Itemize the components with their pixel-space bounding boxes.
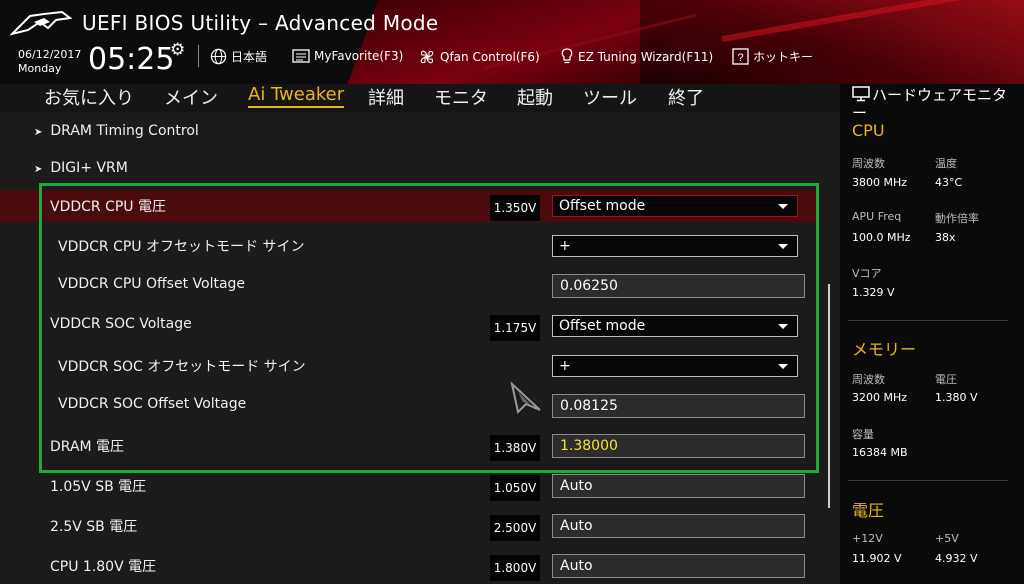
ez-tuning-wizard-button[interactable]: EZ Tuning Wizard(F11)	[560, 48, 713, 66]
tab-exit[interactable]: 終了	[668, 84, 704, 110]
tab-advanced[interactable]: 詳細	[368, 84, 404, 110]
cpu-1-80v-input[interactable]: Auto	[552, 554, 805, 578]
panel-divider	[848, 320, 1008, 321]
v12-label: +12V	[852, 532, 883, 545]
voltage-section-title: 電圧	[852, 501, 885, 520]
hotkey-button[interactable]: ? ホットキー	[732, 48, 813, 65]
clock-time[interactable]: 05:25	[88, 42, 174, 77]
globe-icon	[210, 48, 227, 65]
cpu-temp-value: 43°C	[935, 176, 963, 189]
memory-freq-label: 周波数	[852, 373, 885, 386]
favorite-icon	[292, 49, 310, 63]
scrollbar[interactable]	[828, 284, 830, 508]
qfan-control-button-label: Qfan Control(F6)	[440, 50, 540, 64]
current-voltage-value: 1.050V	[490, 475, 540, 501]
panel-divider	[848, 480, 1008, 481]
app-title: UEFI BIOS Utility – Advanced Mode	[82, 11, 439, 35]
cpu-freq-label: 周波数	[852, 157, 885, 170]
current-voltage-value: 1.800V	[490, 555, 540, 581]
hardware-monitor-title: ハードウェアモニター	[852, 86, 1012, 122]
myfavorite-button[interactable]: MyFavorite(F3)	[292, 48, 403, 64]
lightbulb-icon	[561, 48, 573, 64]
memory-section-title: メモリー	[852, 340, 917, 359]
chevron-right-icon: ➤	[34, 164, 43, 175]
tab-main[interactable]: メイン	[164, 84, 218, 110]
tab-favorites[interactable]: お気に入り	[44, 84, 134, 110]
tab-boot[interactable]: 起動	[517, 84, 553, 110]
setting-label: CPU 1.80V 電圧	[50, 559, 157, 575]
memory-volt-value: 1.380 V	[935, 391, 978, 404]
date-text: 06/12/2017	[18, 48, 82, 61]
hardware-monitor-title-text: ハードウェアモニター	[852, 86, 1008, 122]
rog-logo-icon	[8, 8, 73, 42]
svg-text:?: ?	[737, 52, 743, 64]
gear-icon[interactable]: ⚙	[170, 40, 185, 60]
memory-volt-label: 電圧	[935, 373, 957, 386]
cpu-ratio-value: 38x	[935, 231, 956, 244]
myfavorite-button-label: MyFavorite(F3)	[314, 49, 404, 63]
apu-freq-value: 100.0 MHz	[852, 231, 911, 244]
apu-freq-label: APU Freq	[852, 210, 902, 223]
cpu-ratio-label: 動作倍率	[935, 212, 979, 225]
cpu-freq-value: 3800 MHz	[852, 176, 908, 189]
chevron-right-icon: ➤	[34, 127, 43, 138]
tab-tool[interactable]: ツール	[583, 84, 637, 110]
vcore-label: Vコア	[852, 267, 882, 280]
monitor-icon	[852, 86, 870, 102]
vcore-value: 1.329 V	[852, 286, 895, 299]
language-button[interactable]: 日本語	[210, 48, 267, 65]
qfan-control-button[interactable]: Qfan Control(F6)	[418, 48, 540, 66]
v5-value: 4.932 V	[935, 552, 978, 565]
ez-tuning-wizard-button-label: EZ Tuning Wizard(F11)	[578, 50, 714, 64]
memory-capacity-value: 16384 MB	[852, 446, 908, 459]
memory-capacity-label: 容量	[852, 428, 874, 441]
setting-label: 1.05V SB 電圧	[50, 479, 147, 495]
submenu-digi-vrm[interactable]: ➤ DIGI+ VRM	[34, 160, 128, 176]
language-button-label: 日本語	[231, 50, 268, 64]
tab-monitor[interactable]: モニタ	[434, 84, 488, 110]
submenu-label: DRAM Timing Control	[50, 123, 199, 139]
sb-1-05v-input[interactable]: Auto	[552, 474, 805, 498]
v12-value: 11.902 V	[852, 552, 902, 565]
annotation-highlight-box	[39, 183, 819, 473]
day-text: Monday	[18, 62, 62, 75]
help-icon: ?	[732, 48, 749, 65]
submenu-dram-timing[interactable]: ➤ DRAM Timing Control	[34, 123, 199, 139]
hotkey-button-label: ホットキー	[753, 50, 814, 64]
cpu-section-title: CPU	[852, 121, 885, 140]
v5-label: +5V	[935, 532, 959, 545]
tab-ai-tweaker[interactable]: Ai Tweaker	[248, 84, 345, 108]
submenu-label: DIGI+ VRM	[50, 160, 128, 176]
setting-label: 2.5V SB 電圧	[50, 519, 138, 535]
memory-freq-value: 3200 MHz	[852, 391, 908, 404]
header-divider	[198, 45, 199, 67]
fan-icon	[420, 50, 434, 64]
cpu-temp-label: 温度	[935, 157, 957, 170]
sb-2-5v-input[interactable]: Auto	[552, 514, 805, 538]
current-voltage-value: 2.500V	[490, 515, 540, 541]
